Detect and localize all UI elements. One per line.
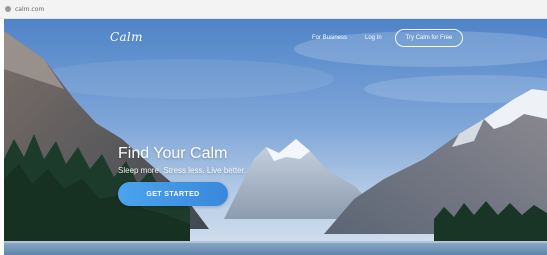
site-info-icon[interactable] xyxy=(5,6,11,12)
nav-for-business-link[interactable]: For Business xyxy=(312,35,347,41)
url-text[interactable]: calm.com xyxy=(15,6,44,13)
get-started-button[interactable]: GET STARTED xyxy=(118,182,228,206)
browser-address-bar[interactable]: calm.com xyxy=(0,0,547,19)
calm-logo[interactable]: Calm xyxy=(110,30,143,44)
hero-subheadline: Sleep more. Stress less. Live better. xyxy=(118,166,247,175)
nav-login-link[interactable]: Log In xyxy=(365,35,382,41)
hero-headline: Find Your Calm xyxy=(118,145,228,162)
hero-background-image xyxy=(4,19,547,255)
hero-section: Calm For Business Log In Try Calm for Fr… xyxy=(4,19,547,255)
try-calm-free-button[interactable]: Try Calm for Free xyxy=(395,29,463,47)
